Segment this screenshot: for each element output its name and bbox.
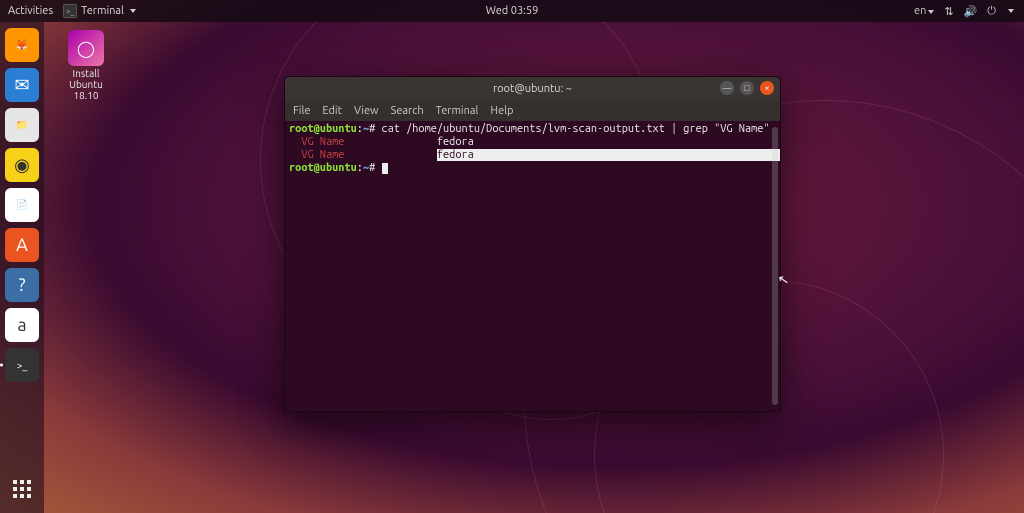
terminal-line: root@ubuntu:~# [289, 162, 776, 175]
menu-view[interactable]: View [354, 105, 379, 117]
language-indicator[interactable]: en [914, 5, 934, 17]
terminal-line: VG Name fedora [289, 136, 776, 149]
dock-item-amazon[interactable]: a [5, 308, 39, 342]
dock-item-terminal[interactable]: >_ [5, 348, 39, 382]
clock[interactable]: Wed 03:59 [486, 5, 539, 17]
terminal-line: root@ubuntu:~# cat /home/ubuntu/Document… [289, 123, 776, 136]
top-bar: Activities >_ Terminal Wed 03:59 en ⇅ 🔊 … [0, 0, 1024, 22]
activities-button[interactable]: Activities [8, 5, 53, 17]
maximize-button[interactable]: □ [740, 81, 754, 95]
dock-item-libreoffice[interactable]: 📄 [5, 188, 39, 222]
dock-item-rhythmbox[interactable]: ◉ [5, 148, 39, 182]
menu-file[interactable]: File [293, 105, 310, 117]
dock-item-software[interactable]: A [5, 228, 39, 262]
scrollbar[interactable] [772, 127, 778, 405]
chevron-down-icon [130, 9, 136, 13]
terminal-body[interactable]: root@ubuntu:~# cat /home/ubuntu/Document… [285, 121, 780, 411]
install-ubuntu-desktop-icon[interactable]: ◯ Install Ubuntu 18.10 [56, 30, 116, 101]
close-button[interactable]: × [760, 81, 774, 95]
show-applications-button[interactable] [8, 475, 36, 503]
dock: 🦊 ✉ 📁 ◉ 📄 A? a >_ [0, 22, 44, 513]
desktop-icon-label: Install Ubuntu 18.10 [56, 68, 116, 101]
window-title: root@ubuntu: ~ [493, 83, 572, 95]
menu-terminal[interactable]: Terminal [436, 105, 479, 117]
menu-edit[interactable]: Edit [322, 105, 342, 117]
volume-icon[interactable]: 🔊 [964, 5, 978, 18]
app-name: Terminal [81, 5, 124, 17]
dock-item-thunderbird[interactable]: ✉ [5, 68, 39, 102]
menu-help[interactable]: Help [490, 105, 513, 117]
app-menu[interactable]: >_ Terminal [63, 4, 136, 18]
network-icon[interactable]: ⇅ [944, 5, 953, 18]
minimize-button[interactable]: — [720, 81, 734, 95]
chevron-down-icon [1008, 9, 1014, 13]
menu-search[interactable]: Search [391, 105, 424, 117]
terminal-cursor [382, 163, 388, 174]
dock-item-firefox[interactable]: 🦊 [5, 28, 39, 62]
terminal-window: root@ubuntu: ~ — □ × File Edit View Sear… [284, 76, 781, 412]
terminal-icon: >_ [63, 4, 77, 18]
window-title-bar[interactable]: root@ubuntu: ~ — □ × [285, 77, 780, 101]
menu-bar: File Edit View Search Terminal Help [285, 101, 780, 121]
dock-item-help[interactable]: ? [5, 268, 39, 302]
power-icon[interactable]: ⏻ [987, 5, 996, 18]
ubuntu-logo-icon: ◯ [68, 30, 104, 66]
terminal-line: VG Name fedora [289, 149, 776, 162]
dock-item-files[interactable]: 📁 [5, 108, 39, 142]
